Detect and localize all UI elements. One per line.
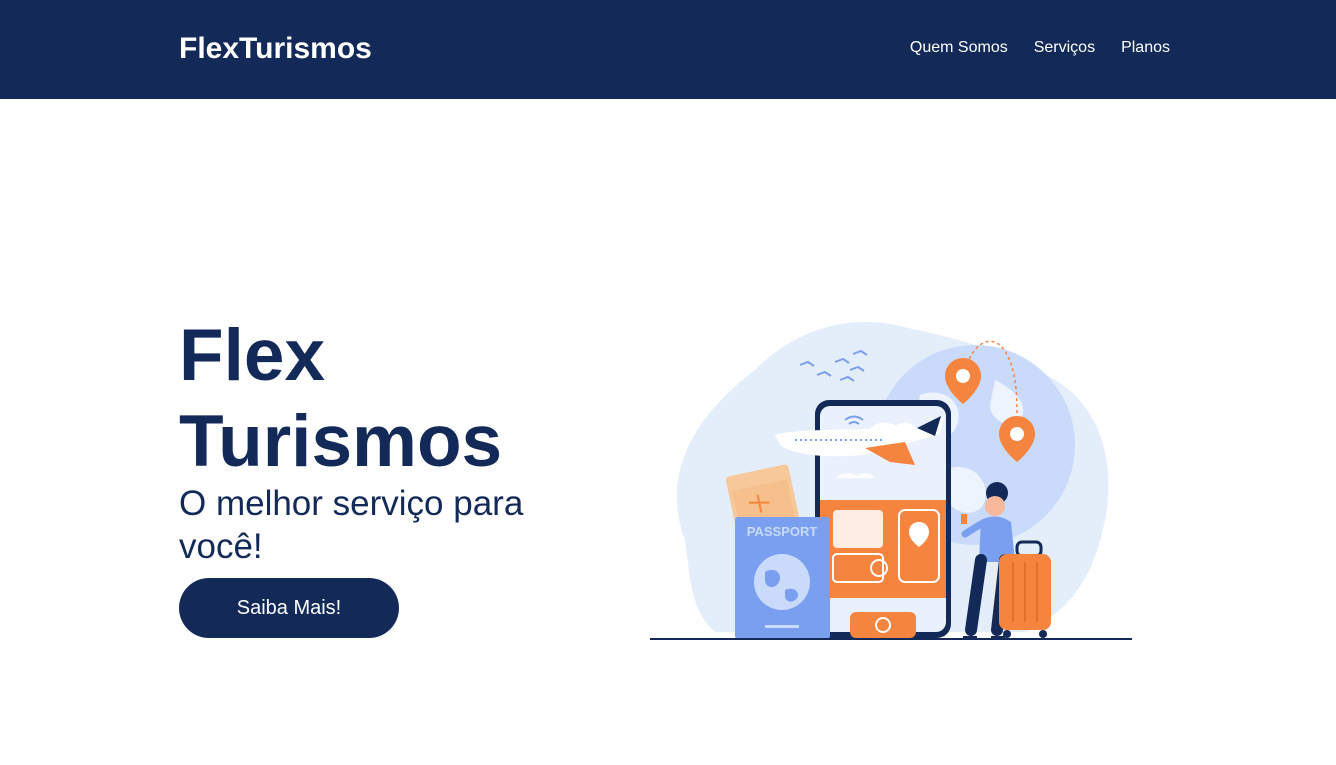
- brand-logo[interactable]: FlexTurismos: [179, 30, 372, 68]
- travel-illustration: PASSPORT: [650, 322, 1132, 640]
- saiba-mais-button[interactable]: Saiba Mais!: [179, 578, 399, 638]
- nav-link-quem-somos[interactable]: Quem Somos: [910, 38, 1008, 58]
- passport-label: PASSPORT: [747, 524, 818, 539]
- hero-title-line1: Flex: [179, 315, 326, 396]
- passport-icon: PASSPORT: [735, 517, 830, 639]
- nav-link-planos[interactable]: Planos: [1121, 38, 1170, 58]
- suitcase-icon: [999, 540, 1051, 638]
- navbar: FlexTurismos Quem Somos Serviços Planos: [0, 0, 1336, 99]
- hero-subtitle: O melhor serviço para você!: [179, 484, 524, 566]
- hero-title: Flex Turismos: [179, 313, 599, 485]
- hero-title-line2: Turismos: [179, 401, 503, 482]
- nav-menu: Quem Somos Serviços Planos: [910, 38, 1170, 58]
- nav-link-servicos[interactable]: Serviços: [1034, 38, 1095, 58]
